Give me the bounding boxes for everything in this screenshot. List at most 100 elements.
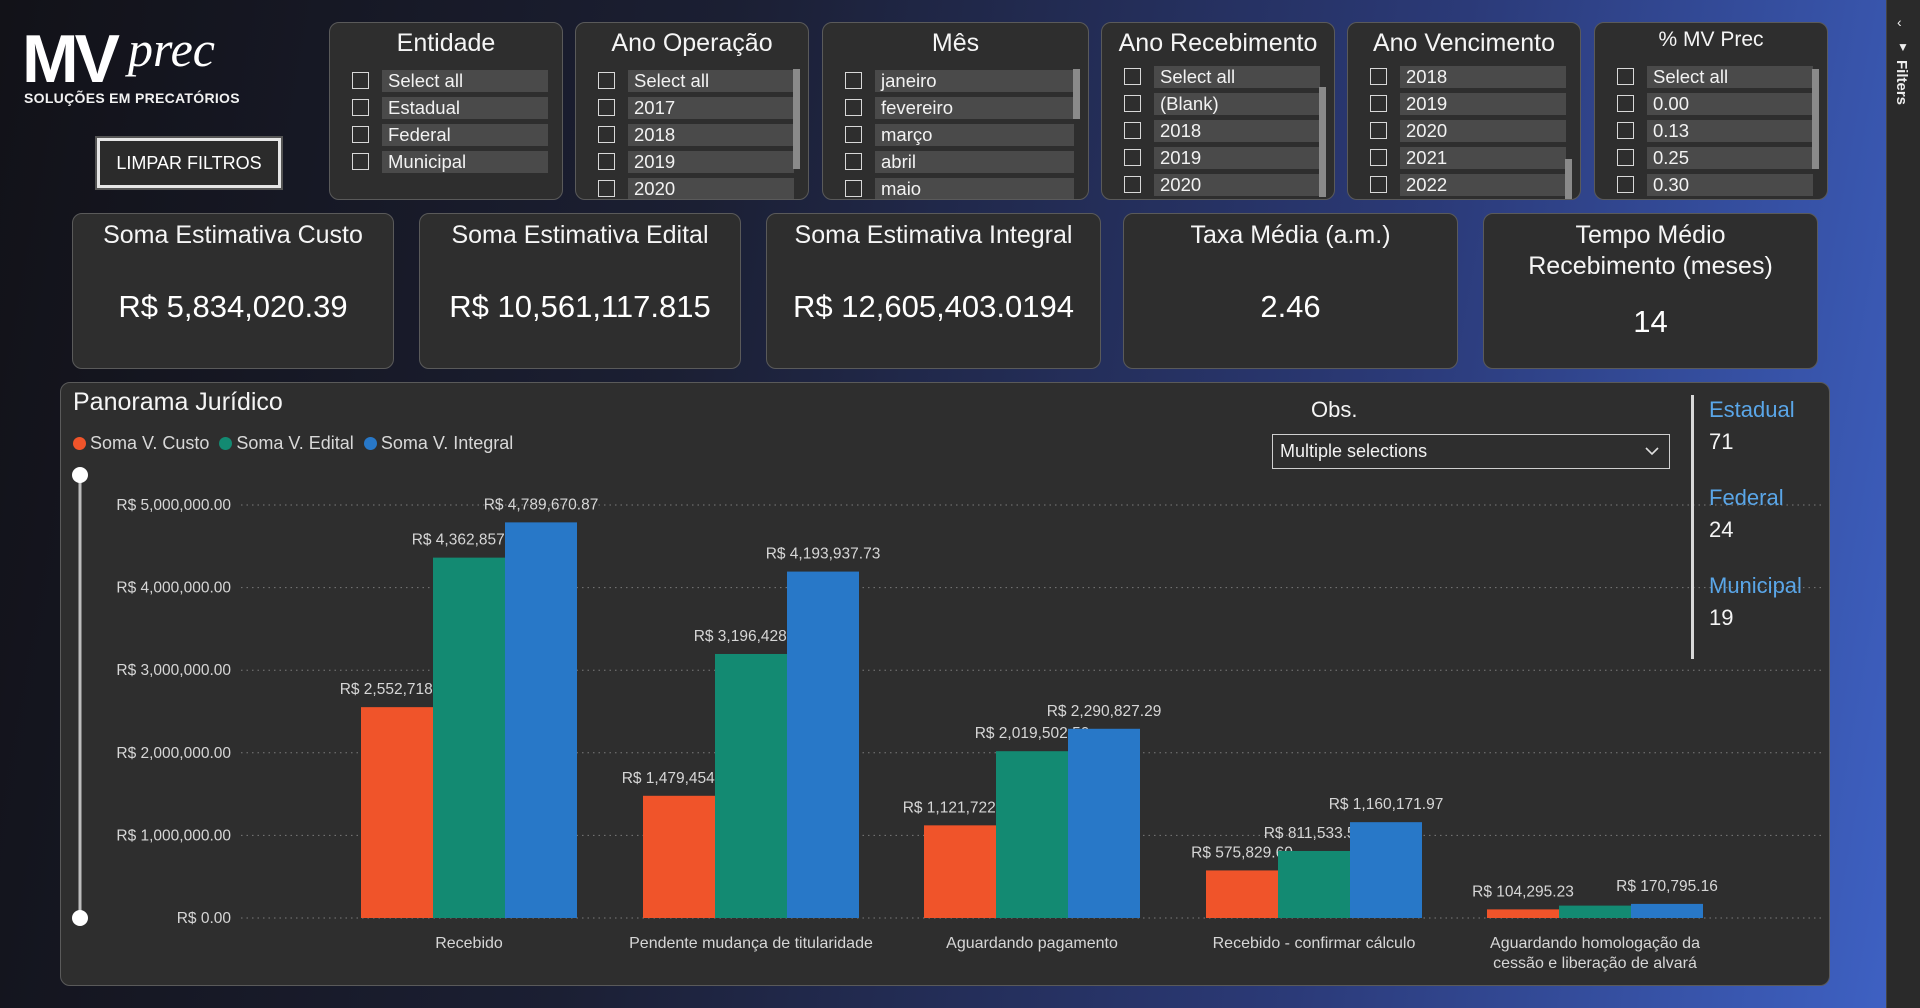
checkbox[interactable] (1124, 95, 1141, 112)
checkbox[interactable] (1370, 68, 1387, 85)
filters-pane-collapsed[interactable]: ‹ ▼ Filters (1886, 0, 1920, 1008)
slicer-option[interactable]: Select all (352, 67, 548, 94)
slicer-option[interactable]: 2022 (1370, 171, 1566, 198)
slicer-scrollbar[interactable] (1073, 69, 1080, 191)
bar-custo[interactable] (1487, 909, 1559, 918)
y-range-slider-handle-bottom[interactable] (72, 910, 88, 926)
checkbox[interactable] (1617, 95, 1634, 112)
checkbox[interactable] (1370, 95, 1387, 112)
bar-custo[interactable] (1206, 870, 1278, 918)
slicer-option[interactable]: 2017 (598, 94, 794, 121)
legend-item[interactable]: Soma V. Custo (73, 433, 209, 454)
obs-dropdown[interactable]: Multiple selections (1272, 434, 1670, 469)
checkbox[interactable] (352, 153, 369, 170)
checkbox[interactable] (1370, 122, 1387, 139)
bar-edital[interactable] (433, 557, 505, 918)
x-category-label: Recebido - confirmar cálculo (1213, 935, 1416, 952)
checkbox[interactable] (1124, 68, 1141, 85)
slicer-option[interactable]: abril (845, 148, 1074, 175)
slicer-option[interactable]: 0.00 (1617, 90, 1813, 117)
slicer-scrollbar[interactable] (1812, 69, 1819, 191)
scrollbar-thumb[interactable] (1073, 69, 1080, 119)
scrollbar-thumb[interactable] (793, 69, 800, 169)
checkbox[interactable] (1617, 149, 1634, 166)
slicer-scrollbar[interactable] (1565, 69, 1572, 199)
checkbox[interactable] (352, 99, 369, 116)
checkbox[interactable] (1124, 149, 1141, 166)
slicer-option[interactable]: 2020 (598, 175, 794, 199)
scrollbar-thumb[interactable] (1319, 87, 1326, 197)
checkbox[interactable] (1124, 122, 1141, 139)
slicer-option[interactable]: 2019 (598, 148, 794, 175)
slicer-option[interactable]: (Blank) (1124, 90, 1320, 117)
slicer-option[interactable]: março (845, 121, 1074, 148)
bar-integral[interactable] (1350, 822, 1422, 918)
checkbox[interactable] (845, 99, 862, 116)
bar-edital[interactable] (996, 751, 1068, 918)
checkbox[interactable] (352, 72, 369, 89)
checkbox[interactable] (845, 126, 862, 143)
bar-custo[interactable] (361, 707, 433, 918)
slicer-option[interactable]: 2020 (1124, 171, 1320, 198)
slicer-option[interactable]: Estadual (352, 94, 548, 121)
checkbox[interactable] (1370, 149, 1387, 166)
slicer-option[interactable]: 2019 (1124, 144, 1320, 171)
slicer-option[interactable]: 2018 (1370, 63, 1566, 90)
bar-custo[interactable] (924, 825, 996, 918)
slicer-option-label: 2018 (1154, 119, 1320, 142)
checkbox[interactable] (845, 72, 862, 89)
slicer-option[interactable]: Select all (598, 67, 794, 94)
slicer-option[interactable]: fevereiro (845, 94, 1074, 121)
checkbox[interactable] (1617, 122, 1634, 139)
legend-dot (219, 437, 233, 450)
checkbox[interactable] (598, 153, 615, 170)
legend-item[interactable]: Soma V. Edital (219, 433, 354, 454)
legend-item[interactable]: Soma V. Integral (363, 433, 513, 454)
slicer-option[interactable]: Select all (1124, 63, 1320, 90)
bar-edital[interactable] (1559, 905, 1631, 918)
checkbox[interactable] (1370, 176, 1387, 193)
slicer-option[interactable]: 2019 (1370, 90, 1566, 117)
slicer-option[interactable]: Federal (352, 121, 548, 148)
checkbox[interactable] (598, 99, 615, 116)
slicer-option[interactable]: 2018 (598, 121, 794, 148)
slicer-option[interactable]: 0.30 (1617, 171, 1813, 198)
slicer-scrollbar[interactable] (1319, 69, 1326, 197)
scrollbar-thumb[interactable] (1812, 69, 1819, 169)
checkbox[interactable] (598, 126, 615, 143)
slicer-option[interactable]: Select all (1617, 63, 1813, 90)
slicer-option[interactable]: 0.13 (1617, 117, 1813, 144)
kpi-card-0: Soma Estimativa Custo R$ 5,834,020.39 (72, 213, 394, 369)
checkbox[interactable] (845, 153, 862, 170)
slicer-option[interactable]: 2021 (1370, 144, 1566, 171)
kpi-card-4: Tempo Médio Recebimento (meses) 14 (1483, 213, 1818, 369)
checkbox[interactable] (1124, 176, 1141, 193)
clear-filters-button[interactable]: LIMPAR FILTROS (97, 138, 281, 188)
bar-integral[interactable] (505, 522, 577, 918)
slicer-option[interactable]: janeiro (845, 67, 1074, 94)
obs-selected-value: Multiple selections (1280, 441, 1428, 461)
checkbox[interactable] (598, 180, 615, 197)
bar-edital[interactable] (715, 653, 787, 918)
expand-arrow-icon[interactable]: ‹ (1897, 14, 1902, 30)
bar-edital[interactable] (1278, 850, 1350, 918)
checkbox[interactable] (352, 126, 369, 143)
slicer-scrollbar[interactable] (793, 69, 800, 191)
checkbox[interactable] (1617, 68, 1634, 85)
bar-data-label: R$ 170,795.16 (1616, 878, 1718, 895)
checkbox[interactable] (1617, 176, 1634, 193)
checkbox[interactable] (598, 72, 615, 89)
slicer-option[interactable]: Municipal (352, 148, 548, 175)
scrollbar-thumb[interactable] (1565, 159, 1572, 199)
x-category-label: Recebido (435, 935, 503, 952)
bar-integral[interactable] (1631, 903, 1703, 918)
bar-custo[interactable] (643, 795, 715, 918)
y-range-slider-handle-top[interactable] (72, 467, 88, 483)
slicer-option[interactable]: maio (845, 175, 1074, 199)
slicer-option[interactable]: 2020 (1370, 117, 1566, 144)
checkbox[interactable] (845, 180, 862, 197)
bar-integral[interactable] (1068, 728, 1140, 918)
slicer-option[interactable]: 2018 (1124, 117, 1320, 144)
bar-integral[interactable] (787, 571, 859, 918)
slicer-option[interactable]: 0.25 (1617, 144, 1813, 171)
